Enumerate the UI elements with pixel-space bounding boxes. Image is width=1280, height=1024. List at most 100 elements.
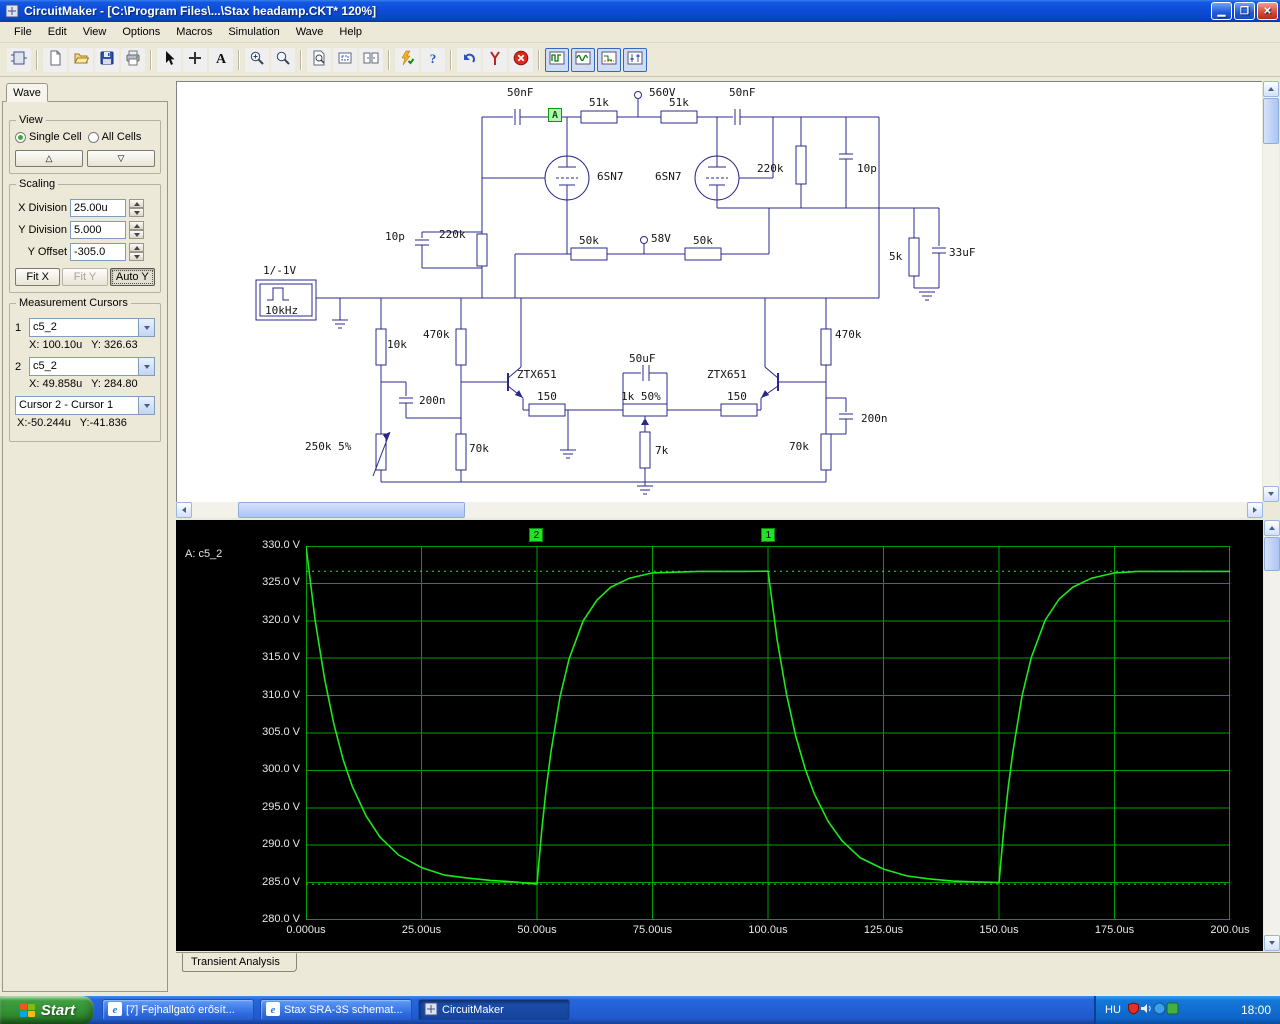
maximize-button[interactable]: ❐ xyxy=(1234,2,1255,20)
probe-marker[interactable]: A xyxy=(548,108,562,122)
move-up-button[interactable]: △ xyxy=(15,150,83,167)
component-label: 51k xyxy=(669,96,689,109)
chevron-down-icon[interactable] xyxy=(138,397,154,414)
scroll-left-icon[interactable] xyxy=(176,502,192,518)
fit-x-button[interactable]: Fit X xyxy=(15,268,61,286)
scrollbar-thumb[interactable] xyxy=(238,502,465,518)
menu-simulation[interactable]: Simulation xyxy=(220,23,287,41)
wave-digital-button[interactable] xyxy=(545,47,569,72)
cursor-diff-select[interactable]: Cursor 2 - Cursor 1 xyxy=(15,396,155,415)
x-division-input[interactable] xyxy=(70,199,126,217)
cursor-1-number: 1 xyxy=(15,321,22,334)
split-view-button[interactable] xyxy=(359,47,383,72)
component-label: 58V xyxy=(651,232,671,245)
scrollbar-thumb[interactable] xyxy=(1263,98,1279,144)
fit-y-button[interactable]: Fit Y xyxy=(62,268,108,286)
cursor-2-number: 2 xyxy=(15,360,22,373)
save-file-button[interactable] xyxy=(95,47,119,72)
waveform-vertical-scrollbar[interactable] xyxy=(1264,520,1280,951)
cursor-2-signal-select[interactable]: c5_2 xyxy=(29,357,155,376)
schematic-labels: 50nF A 51k 560V 51k 50nF 6SN7 6SN7 220k 10p 10p 220… xyxy=(177,82,1262,502)
messenger-icon[interactable] xyxy=(1166,1002,1179,1015)
wave-plot[interactable] xyxy=(305,545,1231,921)
tab-transient-analysis[interactable]: Transient Analysis xyxy=(182,953,297,972)
taskbar-task-2[interactable]: e Stax SRA-3S schemat... xyxy=(260,999,412,1021)
network-icon[interactable] xyxy=(1153,1002,1166,1015)
chevron-down-icon[interactable] xyxy=(138,358,154,375)
circuitmaker-logo-button[interactable] xyxy=(7,47,31,72)
wave-options-button[interactable] xyxy=(623,47,647,72)
title-bar: CircuitMaker - [C:\Program Files\...\Sta… xyxy=(0,0,1280,22)
wave-analog-icon xyxy=(575,50,591,69)
svg-text:e: e xyxy=(271,1004,276,1016)
y-axis-tick-label: 320.0 V xyxy=(262,613,300,626)
menu-macros[interactable]: Macros xyxy=(168,23,220,41)
x-axis-tick-label: 50.00us xyxy=(517,924,557,936)
y-offset-input[interactable] xyxy=(70,243,126,261)
menu-options[interactable]: Options xyxy=(114,23,168,41)
circuitmaker-logo-icon xyxy=(11,50,27,69)
zoom-tool-button[interactable] xyxy=(245,47,269,72)
taskbar-task-1[interactable]: e [7] Fejhallgató erősít... xyxy=(102,999,254,1021)
component-label: 10k xyxy=(387,338,407,351)
radio-single-cell[interactable]: Single Cell xyxy=(15,131,82,143)
scroll-down-icon[interactable] xyxy=(1264,935,1280,951)
menu-help[interactable]: Help xyxy=(331,23,370,41)
window-title: CircuitMaker - [C:\Program Files\...\Sta… xyxy=(24,4,377,18)
y-offset-spinner[interactable] xyxy=(129,243,144,261)
minimize-button[interactable]: ▁ xyxy=(1211,2,1232,20)
wave-mixed-button[interactable] xyxy=(597,47,621,72)
component-label: 51k xyxy=(589,96,609,109)
text-tool-button[interactable]: A xyxy=(209,47,233,72)
menu-file[interactable]: File xyxy=(6,23,40,41)
scroll-up-icon[interactable] xyxy=(1263,81,1279,97)
cursor-flag-1[interactable]: 1 xyxy=(761,528,776,542)
x-division-spinner[interactable] xyxy=(129,199,144,217)
select-cursor-icon xyxy=(161,50,177,69)
schematic-vertical-scrollbar[interactable] xyxy=(1263,81,1279,502)
scroll-down-icon[interactable] xyxy=(1263,486,1279,502)
menu-view[interactable]: View xyxy=(75,23,115,41)
scroll-right-icon[interactable] xyxy=(1247,502,1263,518)
undo-button[interactable] xyxy=(457,47,481,72)
radio-all-cells[interactable]: All Cells xyxy=(87,131,141,143)
menu-wave[interactable]: Wave xyxy=(288,23,332,41)
x-axis-tick-label: 150.0us xyxy=(979,924,1019,936)
new-document-button[interactable] xyxy=(43,47,67,72)
wire-plus-button[interactable] xyxy=(183,47,207,72)
language-indicator[interactable]: HU xyxy=(1105,1004,1121,1016)
schematic-horizontal-scrollbar[interactable] xyxy=(176,502,1263,518)
y-division-input[interactable] xyxy=(70,221,126,239)
radio-single-cell-label: Single Cell xyxy=(29,131,82,143)
waveform-panel[interactable]: A: c5_2 330.0 V 325.0 V 320.0 V 315.0 V 310.… xyxy=(176,520,1263,951)
scroll-up-icon[interactable] xyxy=(1264,520,1280,536)
chevron-down-icon[interactable] xyxy=(138,319,154,336)
print-button[interactable] xyxy=(121,47,145,72)
magnifier-button[interactable] xyxy=(271,47,295,72)
help-button[interactable]: ? xyxy=(421,47,445,72)
tab-wave[interactable]: Wave xyxy=(6,83,48,102)
cursor-flag-2[interactable]: 2 xyxy=(529,528,544,542)
volume-icon[interactable] xyxy=(1140,1002,1153,1015)
start-button[interactable]: Start xyxy=(0,996,94,1024)
help-icon: ? xyxy=(425,50,441,69)
select-cursor-button[interactable] xyxy=(157,47,181,72)
move-down-button[interactable]: ▽ xyxy=(87,150,155,167)
taskbar-task-3[interactable]: CircuitMaker xyxy=(418,999,570,1021)
close-button[interactable]: ✕ xyxy=(1257,2,1278,20)
y-division-spinner[interactable] xyxy=(129,221,144,239)
stop-simulation-button[interactable] xyxy=(509,47,533,72)
menu-edit[interactable]: Edit xyxy=(40,23,75,41)
open-file-button[interactable] xyxy=(69,47,93,72)
auto-y-button[interactable]: Auto Y xyxy=(109,268,155,286)
zoom-page-button[interactable] xyxy=(307,47,331,72)
wave-analog-button[interactable] xyxy=(571,47,595,72)
probe-tool-button[interactable] xyxy=(483,47,507,72)
shield-icon[interactable] xyxy=(1127,1002,1140,1015)
cursor-1-signal-select[interactable]: c5_2 xyxy=(29,318,155,337)
schematic-canvas[interactable]: 50nF A 51k 560V 51k 50nF 6SN7 6SN7 220k 10p 10p 220… xyxy=(176,81,1262,502)
y-axis-tick-label: 325.0 V xyxy=(262,576,300,589)
scrollbar-thumb[interactable] xyxy=(1264,537,1280,571)
simulation-check-button[interactable] xyxy=(395,47,419,72)
zoom-select-button[interactable] xyxy=(333,47,357,72)
